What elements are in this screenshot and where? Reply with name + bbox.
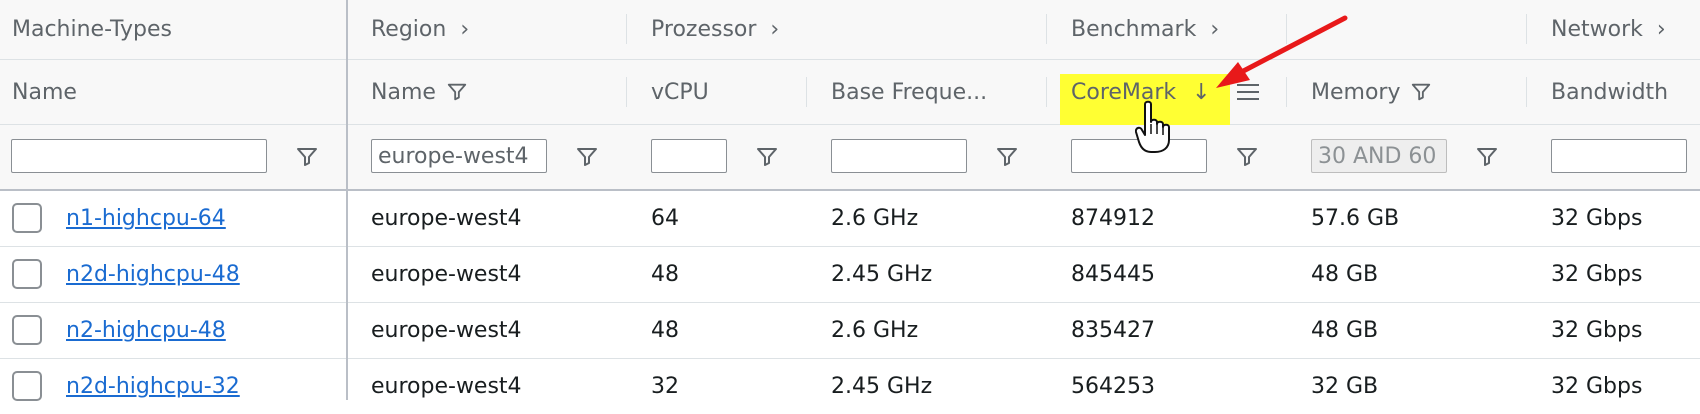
cell-vcpu: 32 [651, 374, 679, 399]
group-region[interactable]: Region › [371, 0, 469, 59]
cell-bandwidth: 32 Gbps [1551, 374, 1643, 399]
cell-coremark: 845445 [1071, 262, 1155, 287]
column-divider [1526, 14, 1527, 44]
group-network-label: Network [1551, 17, 1643, 42]
row-checkbox[interactable] [12, 371, 42, 401]
cell-memory: 48 GB [1311, 262, 1379, 287]
filter-icon[interactable] [1475, 145, 1499, 169]
group-processor[interactable]: Prozessor › [651, 0, 779, 59]
filter-icon[interactable] [575, 145, 599, 169]
header-base-frequency-label: Base Freque... [831, 79, 988, 105]
filter-icon[interactable] [1410, 81, 1432, 103]
cell-coremark: 564253 [1071, 374, 1155, 399]
cell-coremark: 874912 [1071, 206, 1155, 231]
base-frequency-filter-input[interactable] [831, 139, 967, 173]
filter-icon[interactable] [295, 145, 319, 169]
header-bandwidth[interactable]: Bandwidth [1551, 60, 1668, 124]
machine-link[interactable]: n2d-highcpu-48 [66, 262, 240, 287]
header-vcpu-label: vCPU [651, 79, 709, 105]
filter-icon[interactable] [755, 145, 779, 169]
row-checkbox[interactable] [12, 315, 42, 345]
hand-cursor-icon [1135, 100, 1170, 153]
group-benchmark-label: Benchmark [1071, 17, 1197, 42]
column-divider [626, 14, 627, 44]
table-row[interactable]: n2d-highcpu-32 europe-west4 32 2.45 GHz … [0, 359, 1700, 401]
column-divider [626, 77, 627, 107]
table-row[interactable]: n2-highcpu-48 europe-west4 48 2.6 GHz 83… [0, 303, 1700, 359]
machine-link[interactable]: n2-highcpu-48 [66, 318, 226, 343]
header-name[interactable]: Name [12, 60, 77, 124]
column-header-row: Name Name vCPU Base Freque... [0, 60, 1700, 125]
cell-memory: 32 GB [1311, 374, 1379, 399]
cell-machine-name[interactable]: n2d-highcpu-32 [66, 359, 240, 414]
machine-link[interactable]: n1-highcpu-64 [66, 206, 226, 231]
filter-icon[interactable] [995, 145, 1019, 169]
table-row[interactable]: n1-highcpu-64 europe-west4 64 2.6 GHz 87… [0, 191, 1700, 247]
floating-filter-row: europe-west4 30 AND 60 [0, 125, 1700, 191]
cell-memory: 48 GB [1311, 318, 1379, 343]
cell-bandwidth: 32 Gbps [1551, 262, 1643, 287]
group-machine-types: Machine-Types [12, 0, 172, 59]
cell-region: europe-west4 [371, 318, 522, 343]
pinned-column-separator [346, 0, 348, 400]
cell-base-frequency: 2.6 GHz [831, 206, 919, 231]
group-region-label: Region [371, 17, 447, 42]
filter-icon[interactable] [446, 81, 468, 103]
header-vcpu[interactable]: vCPU [651, 60, 709, 124]
group-header-row: Machine-Types Region › Prozessor › Bench… [0, 0, 1700, 60]
bandwidth-filter-input[interactable] [1551, 139, 1687, 173]
header-region-name[interactable]: Name [371, 60, 468, 124]
cell-base-frequency: 2.45 GHz [831, 262, 933, 287]
cell-coremark: 835427 [1071, 318, 1155, 343]
group-processor-label: Prozessor [651, 17, 757, 42]
red-arrow-annotation [1216, 15, 1348, 88]
cell-region: europe-west4 [371, 262, 522, 287]
group-network[interactable]: Network › [1551, 0, 1666, 59]
table-row[interactable]: n2d-highcpu-48 europe-west4 48 2.45 GHz … [0, 247, 1700, 303]
vcpu-filter-input[interactable] [651, 139, 727, 173]
group-machine-types-label: Machine-Types [12, 17, 173, 42]
cell-region: europe-west4 [371, 374, 522, 399]
cell-bandwidth: 32 Gbps [1551, 206, 1643, 231]
column-divider [1526, 77, 1527, 107]
cell-machine-name[interactable]: n2-highcpu-48 [66, 303, 226, 358]
chevron-right-icon[interactable]: › [770, 17, 779, 42]
row-checkbox[interactable] [12, 203, 42, 233]
row-checkbox[interactable] [12, 259, 42, 289]
chevron-right-icon[interactable]: › [1657, 17, 1666, 42]
name-filter-input[interactable] [11, 139, 267, 173]
cell-machine-name[interactable]: n1-highcpu-64 [66, 191, 226, 246]
cell-vcpu: 64 [651, 206, 679, 231]
header-base-frequency[interactable]: Base Freque... [831, 60, 987, 124]
filter-icon[interactable] [1235, 145, 1259, 169]
cell-base-frequency: 2.6 GHz [831, 318, 919, 343]
header-bandwidth-label: Bandwidth [1551, 79, 1669, 105]
column-divider [1046, 14, 1047, 44]
column-divider [1046, 77, 1047, 107]
cell-memory: 57.6 GB [1311, 206, 1400, 231]
column-divider [806, 77, 807, 107]
cell-base-frequency: 2.45 GHz [831, 374, 933, 399]
cell-vcpu: 48 [651, 318, 679, 343]
cell-bandwidth: 32 Gbps [1551, 318, 1643, 343]
machine-link[interactable]: n2d-highcpu-32 [66, 374, 240, 399]
region-filter-input[interactable]: europe-west4 [371, 139, 547, 173]
cell-machine-name[interactable]: n2d-highcpu-48 [66, 247, 240, 302]
header-name-label: Name [12, 79, 77, 105]
cell-region: europe-west4 [371, 206, 522, 231]
header-region-name-label: Name [371, 79, 436, 105]
cell-vcpu: 48 [651, 262, 679, 287]
chevron-right-icon[interactable]: › [460, 17, 469, 42]
memory-filter-input[interactable]: 30 AND 60 [1311, 139, 1447, 173]
machine-types-grid: Machine-Types Region › Prozessor › Bench… [0, 0, 1700, 401]
